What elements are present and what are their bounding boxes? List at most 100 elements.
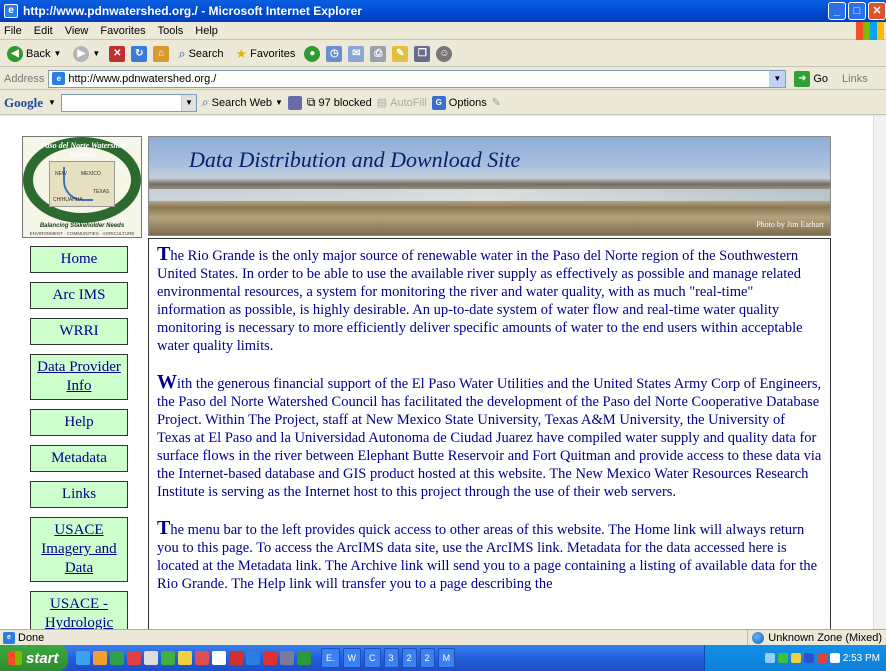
app-icon[interactable]: [178, 651, 192, 665]
side-nav: Home Arc IMS WRRI Data Provider Info Hel…: [30, 246, 128, 629]
paragraph-text: he Rio Grande is the only major source o…: [157, 248, 803, 354]
tray-icon[interactable]: [790, 653, 801, 663]
security-zone[interactable]: Unknown Zone (Mixed): [747, 630, 882, 646]
home-icon[interactable]: ⌂: [153, 45, 170, 62]
nav-wrri[interactable]: WRRI: [30, 318, 128, 345]
messenger-icon[interactable]: ☺: [436, 45, 453, 62]
taskbar-group-ie[interactable]: 2: [401, 648, 417, 668]
maximize-button[interactable]: □: [848, 2, 866, 20]
app-icon[interactable]: [246, 651, 260, 665]
app-icon[interactable]: [263, 651, 277, 665]
ie-icon[interactable]: [76, 651, 90, 665]
paragraph-text: ith the generous financial support of th…: [157, 376, 822, 500]
header-banner: Data Distribution and Download Site Phot…: [148, 136, 831, 236]
app-icon[interactable]: [110, 651, 124, 665]
favorites-button[interactable]: ★ Favorites: [232, 45, 298, 63]
search-web-button[interactable]: ⌕ Search Web ▼: [202, 95, 283, 110]
tray-icon[interactable]: [829, 653, 840, 663]
tray-icon[interactable]: [777, 653, 788, 663]
clock[interactable]: 2:53 PM: [843, 653, 880, 664]
refresh-icon[interactable]: ↻: [131, 45, 148, 62]
google-logo[interactable]: Google: [4, 95, 43, 111]
chevron-down-icon[interactable]: ▼: [48, 98, 56, 107]
nav-home[interactable]: Home: [30, 246, 128, 273]
app-icon[interactable]: [297, 651, 311, 665]
go-button[interactable]: ➜ Go: [794, 70, 829, 87]
menu-bar: File Edit View Favorites Tools Help: [0, 22, 886, 40]
autofill-icon: ▤: [376, 97, 388, 109]
tray-icon[interactable]: [803, 653, 814, 663]
photo-credit: Photo by Jim Earhart: [756, 220, 824, 229]
google-search-input[interactable]: ▼: [60, 93, 197, 112]
app-icon[interactable]: [280, 651, 294, 665]
nav-links[interactable]: Links: [30, 481, 128, 508]
search-button[interactable]: ⌕ Search: [175, 45, 226, 63]
minimize-button[interactable]: _: [828, 2, 846, 20]
taskbar-item-m[interactable]: M: [437, 648, 456, 668]
vertical-scrollbar[interactable]: [873, 116, 886, 629]
mail-icon[interactable]: ✉: [348, 45, 365, 62]
menu-view[interactable]: View: [65, 25, 89, 37]
logo-subline: ENVIRONMENT · COMMUNITIES · AGRICULTURE: [29, 231, 135, 236]
stop-icon[interactable]: ✕: [109, 45, 126, 62]
app-icon[interactable]: [161, 651, 175, 665]
media-icon[interactable]: ●: [304, 45, 321, 62]
edit-icon[interactable]: ✎: [392, 45, 409, 62]
tray-icon[interactable]: [816, 653, 827, 663]
taskbar-group-folders[interactable]: 2: [419, 648, 435, 668]
nav-arc-ims[interactable]: Arc IMS: [30, 282, 128, 309]
options-button[interactable]: G Options: [431, 95, 487, 110]
start-button[interactable]: start: [0, 645, 68, 671]
logo-label-mexico: MEXICO: [81, 171, 101, 177]
start-label: start: [26, 649, 59, 667]
taskbar-item-w[interactable]: W: [342, 648, 362, 668]
binoculars-icon: ⌕: [201, 95, 209, 109]
print-icon[interactable]: ⎙: [370, 45, 387, 62]
history-icon[interactable]: ◷: [326, 45, 343, 62]
drop-cap: T: [157, 517, 171, 539]
highlighter-icon[interactable]: ✎: [492, 96, 501, 109]
taskbar-group-3[interactable]: 3: [383, 648, 399, 668]
nav-data-provider-info[interactable]: Data Provider Info: [30, 354, 128, 400]
paragraph-2: With the generous financial support of t…: [157, 372, 822, 501]
close-button[interactable]: ✕: [868, 2, 886, 20]
menu-file[interactable]: File: [4, 25, 22, 37]
menu-tools[interactable]: Tools: [158, 25, 184, 37]
task-label: 2: [424, 653, 430, 663]
forward-button[interactable]: ▶ ▼: [70, 45, 103, 63]
tray-icon[interactable]: [764, 653, 775, 663]
nav-metadata[interactable]: Metadata: [30, 445, 128, 472]
go-label: Go: [813, 72, 829, 85]
address-url: http://www.pdnwatershed.org./: [68, 72, 217, 85]
drop-cap: T: [157, 243, 171, 265]
app-icon[interactable]: [229, 651, 243, 665]
nav-usace-imagery[interactable]: USACE Imagery and Data: [30, 517, 128, 582]
address-input[interactable]: e http://www.pdnwatershed.org./ ▼: [48, 69, 787, 88]
app-icon[interactable]: [127, 651, 141, 665]
chevron-down-icon[interactable]: ▼: [769, 70, 786, 87]
standard-toolbar: ◀ Back ▼ ▶ ▼ ✕ ↻ ⌂ ⌕ Search ★ Favorites …: [0, 41, 886, 67]
taskbar-item-e[interactable]: E.: [321, 648, 340, 668]
task-label: W: [347, 653, 357, 663]
autofill-button[interactable]: ▤ AutoFill: [376, 96, 427, 110]
pagerank-icon[interactable]: [287, 95, 302, 110]
taskbar-item-c[interactable]: C: [364, 648, 381, 668]
menu-help[interactable]: Help: [195, 25, 218, 37]
logo-label-new: NEW: [55, 171, 67, 177]
links-label[interactable]: Links: [842, 73, 868, 85]
nav-help[interactable]: Help: [30, 409, 128, 436]
title-bar[interactable]: e http://www.pdnwatershed.org./ - Micros…: [0, 0, 886, 22]
status-bar: e Done Unknown Zone (Mixed): [0, 629, 886, 646]
chevron-down-icon[interactable]: ▼: [180, 94, 196, 111]
app-icon[interactable]: [144, 651, 158, 665]
menu-edit[interactable]: Edit: [34, 25, 53, 37]
popup-blocker-button[interactable]: ⧉ 97 blocked: [307, 95, 372, 110]
app-icon[interactable]: [195, 651, 209, 665]
discuss-icon[interactable]: ❐: [414, 45, 431, 62]
nav-usace-hydrologic[interactable]: USACE - Hydrologic modelling: [30, 591, 128, 629]
back-button[interactable]: ◀ Back ▼: [4, 45, 64, 63]
app-icon[interactable]: [93, 651, 107, 665]
logo-label-chihuahua: CHIHUAHUA: [53, 197, 83, 203]
app-icon[interactable]: [212, 651, 226, 665]
menu-favorites[interactable]: Favorites: [100, 25, 145, 37]
